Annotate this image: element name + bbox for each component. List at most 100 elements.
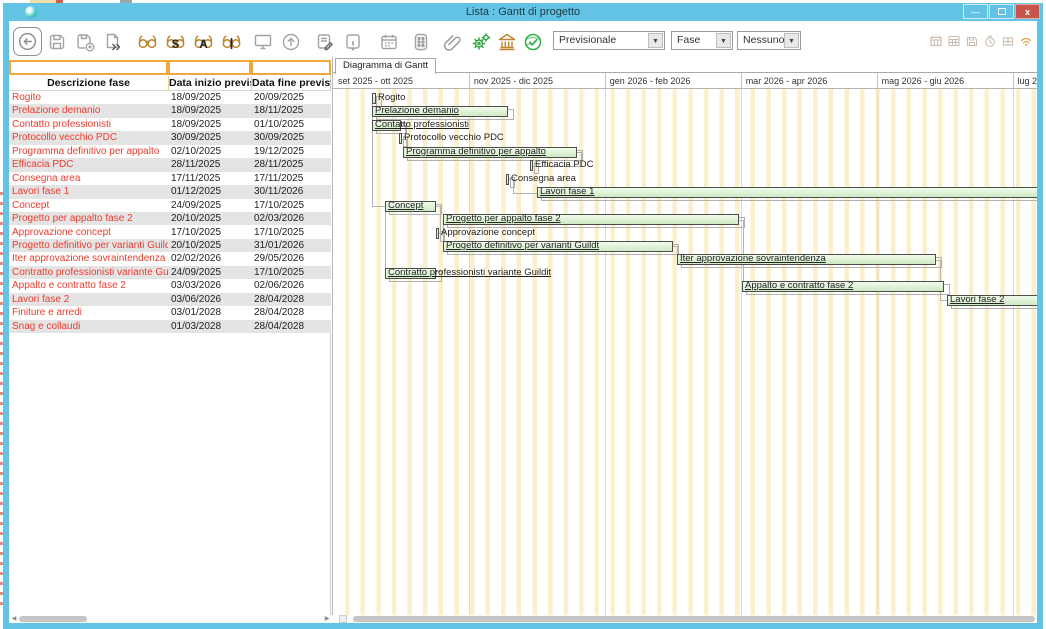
filter-row [9,60,331,76]
gantt-milestone[interactable] [506,174,509,185]
table-row[interactable]: Finiture e arredi03/01/202828/04/2028 [9,306,331,319]
search-glasses-button[interactable] [135,29,160,54]
cell-data-fine: 01/10/2025 [251,118,331,131]
scenario-select[interactable]: Previsionale ▼ [553,31,665,50]
toolbar: S A [9,21,1037,59]
table-row[interactable]: Appalto e contratto fase 203/03/202602/0… [9,279,331,292]
table-row[interactable]: Protocollo vecchio PDC30/09/202530/09/20… [9,131,331,144]
gantt-milestone[interactable] [399,133,402,144]
chart-section-divider [1013,89,1014,615]
table-row[interactable]: Consegna area17/11/202517/11/2025 [9,172,331,185]
filter-data-fine-input[interactable] [251,60,331,75]
cell-data-fine: 17/11/2025 [251,172,331,185]
table-horizontal-scrollbar[interactable]: ◀ ▶ [10,615,331,623]
table-row[interactable]: Prelazione demanio18/09/202518/11/2025 [9,104,331,117]
board-button[interactable] [409,29,434,54]
monitor-button[interactable] [251,29,276,54]
cell-data-inizio: 30/09/2025 [168,131,251,144]
calendar-button[interactable] [377,29,402,54]
edit-list-icon [314,31,336,53]
filter-data-inizio-input[interactable] [168,60,251,75]
save-icon [46,31,68,53]
table-row[interactable]: Progetto definitivo per varianti Guildt2… [9,239,331,252]
scroll-left-arrow-icon[interactable]: ◀ [10,615,18,623]
maximize-button[interactable] [989,4,1014,19]
column-header-data-inizio[interactable]: Data inizio prevista [168,76,251,91]
clock-icon-button[interactable] [983,33,999,48]
search-glasses-a-button[interactable]: A [191,29,216,54]
upload-button[interactable] [279,29,304,54]
chevron-down-icon: ▼ [648,33,663,48]
edit-list-button[interactable] [313,29,338,54]
table-grid-icon-button[interactable] [947,33,963,48]
attachment-button[interactable] [441,29,466,54]
tab-diagramma-di-gantt[interactable]: Diagramma di Gantt [335,58,436,74]
table-row[interactable]: Snag e collaudi01/03/202828/04/2028 [9,320,331,333]
column-header-data-fine[interactable]: Data fine prevista [251,76,331,91]
bank-button[interactable] [495,29,520,54]
table-row[interactable]: Approvazione concept17/10/202517/10/2025 [9,226,331,239]
table-row[interactable]: Programma definitivo per appalto02/10/20… [9,145,331,158]
cells-icon-button[interactable] [1001,33,1017,48]
cell-data-inizio: 01/12/2025 [168,185,251,198]
table-row[interactable]: Contratto professionisti variante Guildi… [9,266,331,279]
gantt-horizontal-scrollbar[interactable] [339,615,1037,623]
scrollbar-thumb[interactable] [19,616,87,622]
scrollbar-thumb[interactable] [353,616,1035,622]
gantt-milestone[interactable] [436,228,439,239]
upload-icon [280,31,302,53]
search-glasses-s-button[interactable]: S [163,29,188,54]
timeline-section-label: mar 2026 - apr 2026 [746,73,828,89]
table-header-row: Descrizione fase Data inizio prevista Da… [9,76,331,91]
gantt-milestone[interactable] [530,160,533,171]
cell-data-fine: 17/10/2025 [251,226,331,239]
search-glasses-bar-button[interactable] [219,29,244,54]
gantt-bar-label: Efficacia PDC [535,159,593,171]
table-row[interactable]: Efficacia PDC28/11/202528/11/2025 [9,158,331,171]
gantt-bar-label: Contratto professionisti variante Guildi… [388,267,551,279]
close-button[interactable]: x [1015,4,1040,19]
cell-data-fine: 02/03/2026 [251,212,331,225]
table-row[interactable]: Progetto per appalto fase 220/10/202502/… [9,212,331,225]
save-button[interactable] [45,29,70,54]
back-button[interactable] [13,27,42,56]
cell-data-inizio: 18/09/2025 [168,118,251,131]
cell-data-fine: 28/04/2028 [251,306,331,319]
grouping-select[interactable]: Nessuno ▼ [737,31,801,50]
settings-gears-button[interactable] [469,29,494,54]
wifi-icon [1019,34,1033,48]
table-row[interactable]: Concept24/09/202517/10/2025 [9,199,331,212]
table-row[interactable]: Rogito18/09/202520/09/2025 [9,91,331,104]
gantt-bar-label: Progetto definitivo per varianti Guildt [446,240,599,252]
window-client-area: S A [9,21,1037,623]
column-header-descrizione-fase[interactable]: Descrizione fase [9,76,168,91]
cell-data-fine: 28/04/2028 [251,320,331,333]
cell-descrizione-fase: Efficacia PDC [9,158,168,171]
globe-check-button[interactable] [521,29,546,54]
gantt-bar[interactable] [537,187,1037,198]
cell-descrizione-fase: Lavori fase 1 [9,185,168,198]
level-select[interactable]: Fase ▼ [671,31,733,50]
info-button[interactable] [341,29,366,54]
wifi-icon-button[interactable] [1019,33,1035,48]
gantt-milestone[interactable] [372,93,376,104]
scroll-right-arrow-icon[interactable]: ▶ [323,615,331,623]
export-document-button[interactable] [101,29,126,54]
window-titlebar[interactable]: Lista : Gantt di progetto — x [3,3,1043,21]
globe-check-icon [522,31,544,53]
save-add-button[interactable] [73,29,98,54]
cell-descrizione-fase: Protocollo vecchio PDC [9,131,168,144]
monitor-icon [252,31,274,53]
cell-data-inizio: 24/09/2025 [168,266,251,279]
gantt-bar-label: Protocollo vecchio PDC [404,132,504,144]
table-save-icon-button[interactable] [965,33,981,48]
cell-descrizione-fase: Iter approvazione sovraintendenza [9,252,168,265]
filter-descrizione-input[interactable] [9,60,168,75]
table-row[interactable]: Contatto professionisti18/09/202501/10/2… [9,118,331,131]
table-icon-button[interactable] [929,33,945,48]
table-row[interactable]: Lavori fase 101/12/202530/11/2026 [9,185,331,198]
cell-data-inizio: 18/09/2025 [168,104,251,117]
minimize-button[interactable]: — [963,4,988,19]
table-row[interactable]: Lavori fase 203/06/202628/04/2028 [9,293,331,306]
table-row[interactable]: Iter approvazione sovraintendenza02/02/2… [9,252,331,265]
